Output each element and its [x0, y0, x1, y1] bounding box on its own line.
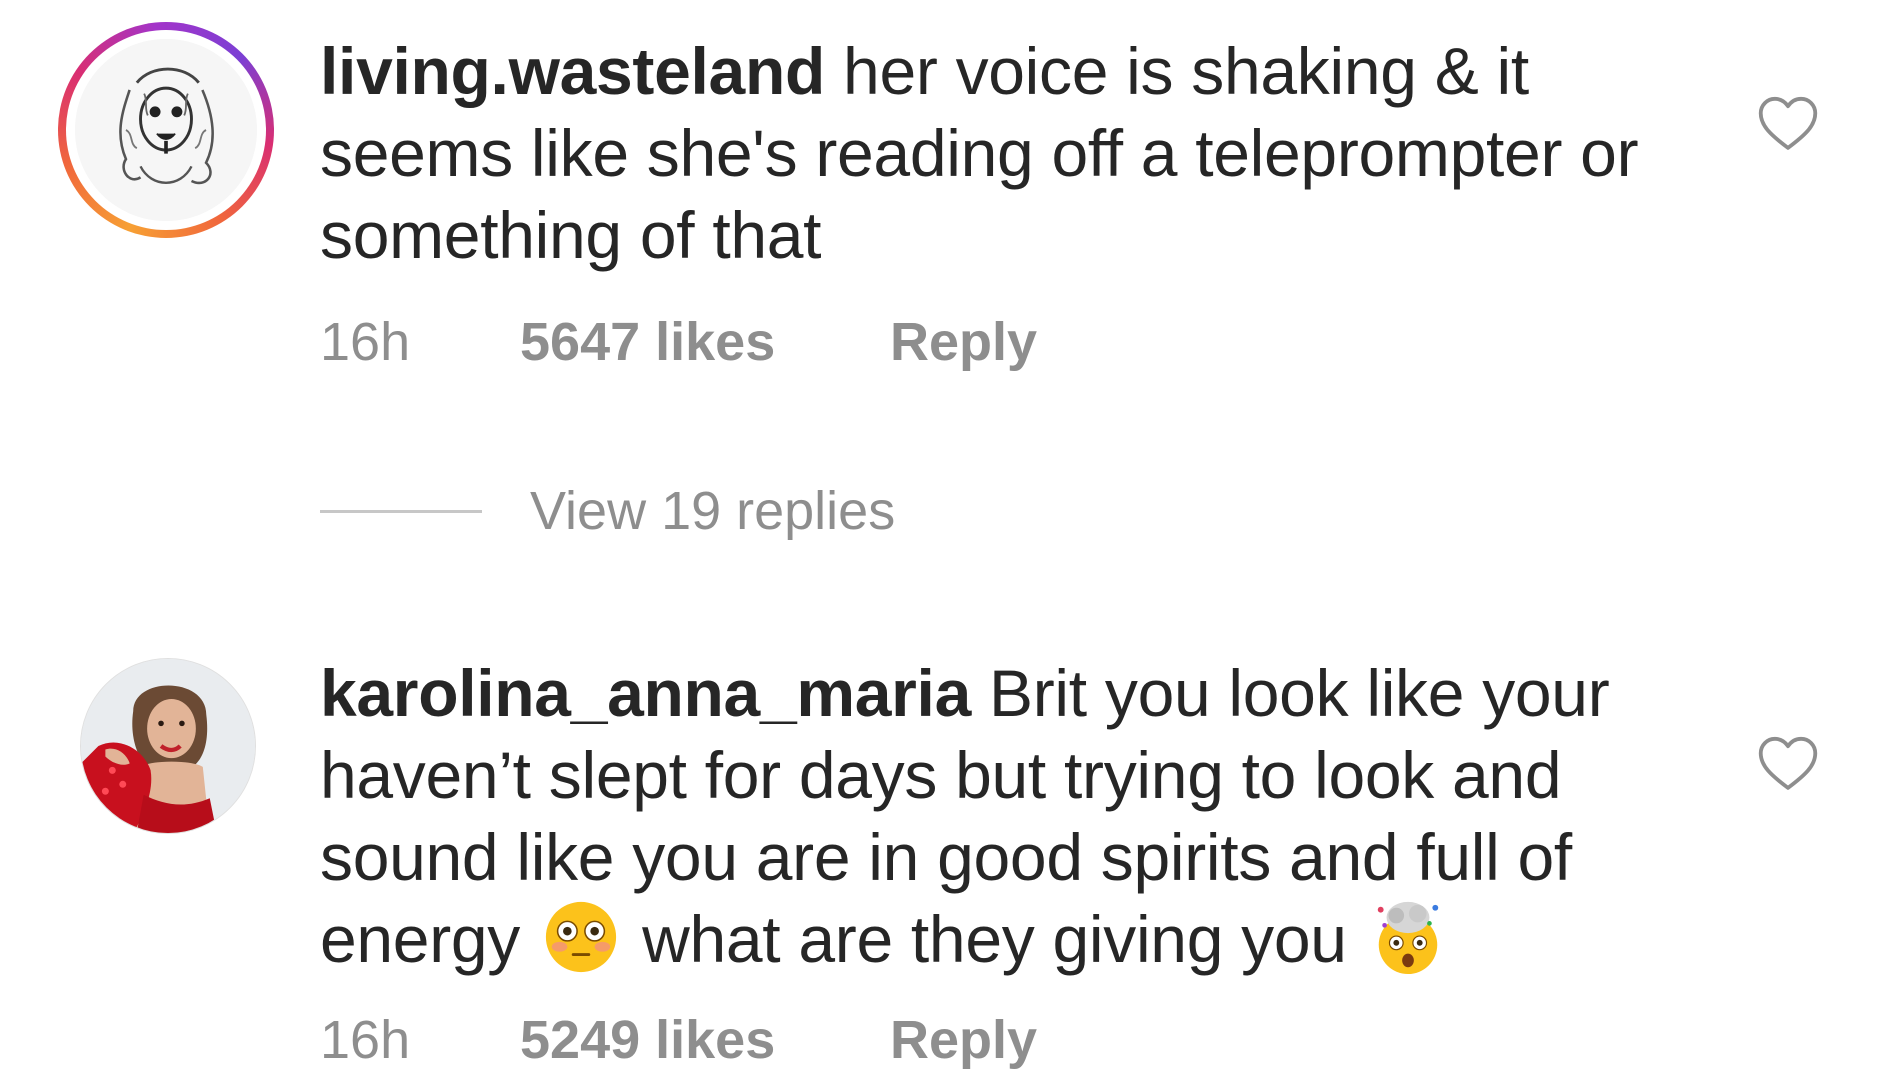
view-replies-label: View 19 replies: [530, 481, 896, 541]
comment-username[interactable]: karolina_anna_maria: [320, 656, 971, 730]
view-replies-button[interactable]: View 19 replies: [320, 480, 895, 542]
comment-username[interactable]: living.wasteland: [320, 34, 825, 108]
view-replies-divider: [320, 509, 482, 513]
comment-time: 16h: [320, 1010, 411, 1070]
heart-icon[interactable]: [1755, 92, 1821, 152]
photo-portrait-avatar-icon: [81, 659, 255, 833]
comment-body-continued: what are they giving you: [642, 902, 1347, 976]
sketch-portrait-avatar-icon: [75, 39, 257, 221]
avatar[interactable]: [80, 658, 256, 834]
comment-time: 16h: [320, 312, 411, 372]
reply-button[interactable]: Reply: [890, 1010, 1037, 1070]
comment-likes[interactable]: 5647 likes: [520, 312, 890, 372]
comment-text: living.wasteland her voice is shaking & …: [320, 30, 1690, 276]
comment-meta: 16h 5647 likes Reply: [320, 312, 1037, 372]
exploding-head-emoji-icon: [1369, 898, 1447, 976]
heart-icon[interactable]: [1755, 732, 1821, 792]
comment-likes[interactable]: 5249 likes: [520, 1010, 890, 1070]
comment-meta: 16h 5249 likes Reply: [320, 1010, 1037, 1070]
avatar[interactable]: [58, 22, 274, 238]
reply-button[interactable]: Reply: [890, 312, 1037, 372]
flushed-face-emoji-icon: [542, 898, 620, 976]
comment-text: karolina_anna_maria Brit you look like y…: [320, 652, 1690, 980]
